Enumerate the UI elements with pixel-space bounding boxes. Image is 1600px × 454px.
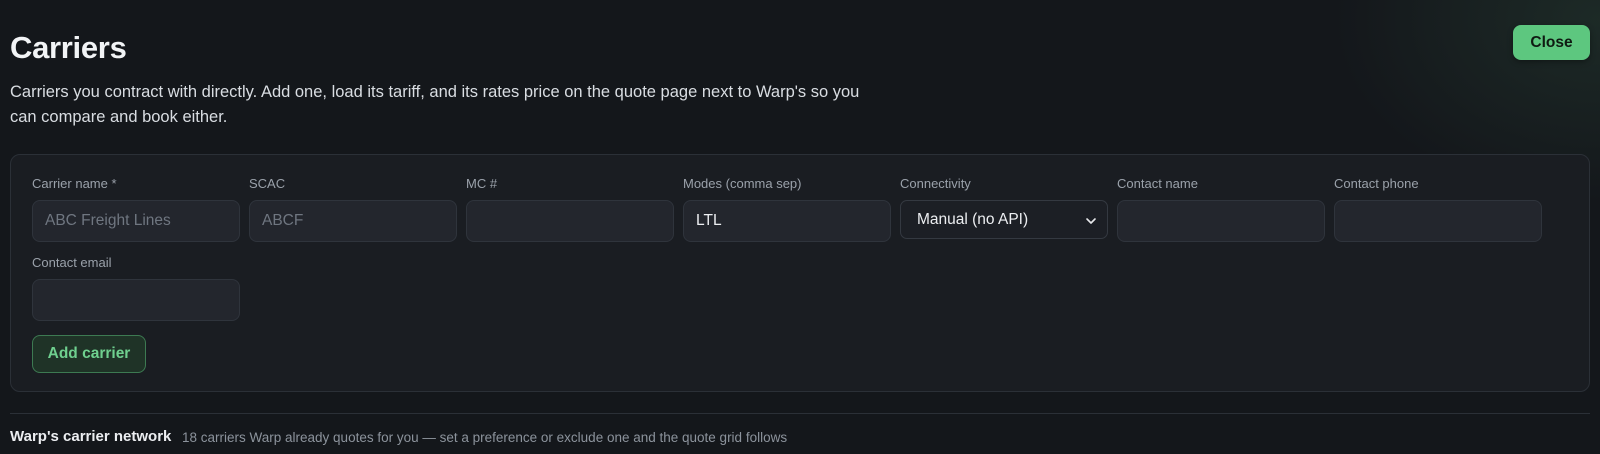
connectivity-selected-value: Manual (no API) <box>917 210 1029 228</box>
contact-name-label: Contact name <box>1117 176 1198 191</box>
contact-name-input[interactable] <box>1117 200 1325 242</box>
section-divider <box>10 413 1590 414</box>
connectivity-label: Connectivity <box>900 176 971 191</box>
carrier-name-field: Carrier name * <box>32 176 240 242</box>
carrier-network-description: 18 carriers Warp already quotes for you … <box>182 430 788 445</box>
connectivity-field: Connectivity Manual (no API) <box>900 176 1108 239</box>
modes-label: Modes (comma sep) <box>683 176 802 191</box>
contact-email-input[interactable] <box>32 279 240 321</box>
carrier-network-title: Warp's carrier network <box>10 428 172 445</box>
page-title: Carriers <box>10 30 127 65</box>
mc-label: MC # <box>466 176 498 191</box>
contact-phone-label: Contact phone <box>1334 176 1419 191</box>
carrier-name-input[interactable] <box>32 200 240 242</box>
add-carrier-button[interactable]: Add carrier <box>32 335 146 373</box>
scac-input[interactable] <box>249 200 457 242</box>
mc-field: MC # <box>466 176 674 242</box>
add-carrier-form: Carrier name * SCAC MC # Modes (comma se… <box>10 154 1590 392</box>
carriers-page: Carriers Carriers you contract with dire… <box>10 0 1590 454</box>
scac-field: SCAC <box>249 176 457 242</box>
contact-phone-field: Contact phone <box>1334 176 1542 242</box>
mc-input[interactable] <box>466 200 674 242</box>
modes-input[interactable] <box>683 200 891 242</box>
contact-email-label: Contact email <box>32 255 112 270</box>
close-button[interactable]: Close <box>1513 25 1590 60</box>
contact-name-field: Contact name <box>1117 176 1325 242</box>
contact-email-field: Contact email <box>32 255 240 321</box>
page-subtitle: Carriers you contract with directly. Add… <box>10 83 860 126</box>
carrier-name-label: Carrier name * <box>32 176 117 191</box>
contact-phone-input[interactable] <box>1334 200 1542 242</box>
scac-label: SCAC <box>249 176 286 191</box>
modes-field: Modes (comma sep) <box>683 176 891 242</box>
connectivity-select[interactable]: Manual (no API) <box>900 200 1108 239</box>
chevron-down-icon <box>1085 214 1097 226</box>
